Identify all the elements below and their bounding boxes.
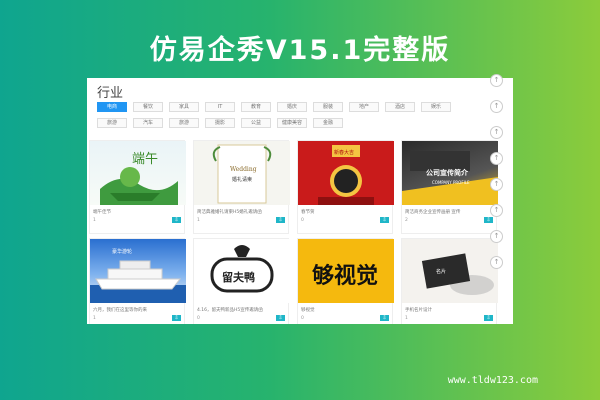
template-card[interactable]: 新春大吉 春节贺 0 ⇩	[297, 140, 394, 234]
card-count: 0	[197, 315, 200, 321]
card-count: 2	[405, 217, 408, 223]
new-year-thumbnail[interactable]: 新春大吉	[298, 141, 394, 205]
industry-filters: 电商 餐饮 家具 IT 教育 婚庆 服装 地产 酒店 娱乐 旅游 汽车 旅游 摄…	[97, 102, 497, 134]
gou-shijue-lettering: 够视觉	[312, 263, 378, 289]
filter-chip[interactable]: 地产	[349, 102, 379, 112]
card-count: 1	[93, 315, 96, 321]
filter-chip[interactable]: 健康美容	[277, 118, 307, 128]
liufuya-lettering: 留夫鸭	[222, 270, 255, 284]
download-icon[interactable]: ⇩	[172, 217, 181, 223]
template-card[interactable]: Wedding 婚礼请柬 简洁典雅婚礼请柬H5婚礼邀请函 1 ⇩	[193, 140, 290, 234]
card-footer: 1 ⇩	[194, 216, 288, 224]
card-title: 简洁商务企业宣传画册 宣传	[405, 210, 461, 215]
scroll-up-icon[interactable]: ↑	[490, 152, 503, 165]
scroll-up-icon[interactable]: ↑	[490, 178, 503, 191]
card-count: 0	[301, 217, 304, 223]
card-title: 春节贺	[301, 210, 315, 215]
svg-text:COMPANY PROFILE: COMPANY PROFILE	[432, 180, 470, 185]
filter-chip[interactable]: 金融	[313, 118, 343, 128]
scroll-up-icon[interactable]: ↑	[490, 100, 503, 113]
card-title: 够视觉	[301, 308, 315, 313]
card-footer: 0 ⇩	[194, 314, 288, 322]
card-title: 4.16，留夫鸭新品H5宣传邀请函	[197, 308, 263, 313]
template-card[interactable]: 够视觉 够视觉 0 ⇩	[297, 238, 394, 324]
filter-row-1: 电商 餐饮 家具 IT 教育 婚庆 服装 地产 酒店 娱乐	[97, 102, 497, 112]
cruise-ship-thumbnail[interactable]: 豪华游轮	[90, 239, 186, 303]
card-count: 1	[93, 217, 96, 223]
template-card[interactable]: 名片 手机名片设计 1 ⇩	[401, 238, 498, 324]
template-card[interactable]: 端午 端午佳节 1 ⇩	[89, 140, 186, 234]
template-grid: 端午 端午佳节 1 ⇩ Wedding 婚礼请柬 简洁典雅婚礼请柬H5婚礼邀请函	[89, 140, 499, 324]
filter-chip[interactable]: 餐饮	[133, 102, 163, 112]
card-footer: 0 ⇩	[298, 216, 392, 224]
card-footer: 0 ⇩	[298, 314, 392, 322]
template-card[interactable]: 豪华游轮 六月，我们在这里等你的来 1 ⇩	[89, 238, 186, 324]
business-card-thumbnail[interactable]: 名片	[402, 239, 498, 303]
filter-chip[interactable]: 电商	[97, 102, 127, 112]
gou-shijue-thumbnail[interactable]: 够视觉	[298, 239, 394, 303]
download-icon[interactable]: ⇩	[172, 315, 181, 321]
scroll-controls: ↑ ↑ ↑ ↑ ↑ ↑ ↑ ↑	[490, 74, 506, 282]
template-card[interactable]: 公司宣传简介 COMPANY PROFILE 简洁商务企业宣传画册 宣传 2 ⇩	[401, 140, 498, 234]
card-footer: 1 ⇩	[90, 216, 184, 224]
download-icon[interactable]: ⇩	[380, 217, 389, 223]
scroll-up-icon[interactable]: ↑	[490, 74, 503, 87]
filter-row-2: 旅游 汽车 旅游 摄影 公益 健康美容 金融	[97, 118, 497, 128]
site-url: www.tldw123.com	[447, 375, 538, 386]
download-icon[interactable]: ⇩	[276, 217, 285, 223]
filter-chip[interactable]: 服装	[313, 102, 343, 112]
template-panel: 行业 电商 餐饮 家具 IT 教育 婚庆 服装 地产 酒店 娱乐 旅游 汽车 旅…	[87, 78, 513, 324]
svg-text:Wedding: Wedding	[230, 166, 257, 173]
wedding-invitation-thumbnail[interactable]: Wedding 婚礼请柬	[194, 141, 290, 205]
filter-chip[interactable]: 汽车	[133, 118, 163, 128]
download-icon[interactable]: ⇩	[276, 315, 285, 321]
download-icon[interactable]: ⇩	[380, 315, 389, 321]
banner-title: 仿易企秀V15.1完整版	[149, 35, 451, 66]
download-icon[interactable]: ⇩	[484, 315, 493, 321]
industry-heading: 行业	[97, 86, 124, 101]
cruise-lettering: 豪华游轮	[112, 248, 132, 255]
template-card[interactable]: 留夫鸭 4.16，留夫鸭新品H5宣传邀请函 0 ⇩	[193, 238, 290, 324]
filter-chip[interactable]: 教育	[241, 102, 271, 112]
scroll-up-icon[interactable]: ↑	[490, 204, 503, 217]
card-footer: 1 ⇩	[402, 314, 496, 322]
scroll-up-icon[interactable]: ↑	[490, 230, 503, 243]
liufuya-thumbnail[interactable]: 留夫鸭	[194, 239, 290, 303]
filter-chip[interactable]: 旅游	[97, 118, 127, 128]
scroll-up-icon[interactable]: ↑	[490, 126, 503, 139]
card-footer: 2 ⇩	[402, 216, 496, 224]
filter-chip[interactable]: 娱乐	[421, 102, 451, 112]
filter-chip[interactable]: 酒店	[385, 102, 415, 112]
card-title: 端午佳节	[93, 210, 111, 215]
company-profile-thumbnail[interactable]: 公司宣传简介 COMPANY PROFILE	[402, 141, 498, 205]
filter-chip[interactable]: IT	[205, 102, 235, 112]
card-title: 简洁典雅婚礼请柬H5婚礼邀请函	[197, 210, 262, 215]
business-card-lettering: 名片	[436, 268, 446, 275]
filter-chip[interactable]: 家具	[169, 102, 199, 112]
scroll-up-icon[interactable]: ↑	[490, 256, 503, 269]
filter-chip[interactable]: 摄影	[205, 118, 235, 128]
filter-chip[interactable]: 婚庆	[277, 102, 307, 112]
card-title: 六月，我们在这里等你的来	[93, 308, 147, 313]
card-count: 0	[301, 315, 304, 321]
card-footer: 1 ⇩	[90, 314, 184, 322]
wedding-lettering: 婚礼请柬	[232, 176, 252, 183]
filter-chip[interactable]: 公益	[241, 118, 271, 128]
card-count: 1	[197, 217, 200, 223]
company-profile-lettering: 公司宣传简介	[426, 168, 469, 177]
card-count: 1	[405, 315, 408, 321]
filter-chip[interactable]: 旅游	[169, 118, 199, 128]
dragon-boat-thumbnail[interactable]: 端午	[90, 141, 186, 205]
new-year-lettering: 新春大吉	[334, 149, 354, 156]
dragon-boat-lettering: 端午	[132, 152, 158, 167]
card-title: 手机名片设计	[405, 308, 432, 313]
